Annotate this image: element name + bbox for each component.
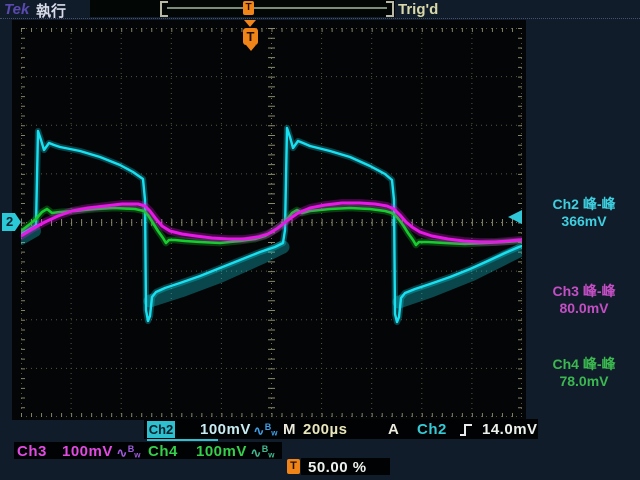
record-trigger-marker-icon[interactable]: T xyxy=(243,1,254,15)
trigger-source-readout: Ch2 xyxy=(417,421,447,438)
timebase-label: M xyxy=(283,421,296,438)
measurement-value: 78.0mV xyxy=(532,373,636,390)
measurement-label: Ch2 峰-峰 xyxy=(532,196,636,213)
top-status-bar: Tek 執行 T Trig'd xyxy=(0,0,640,18)
measurement-ch3-pkpk: Ch3 峰-峰 80.0mV xyxy=(532,283,636,317)
ch2-coupling-bandwidth-icon: ∿Bw xyxy=(253,422,277,440)
ch3-channel-label[interactable]: Ch3 xyxy=(17,443,47,460)
ch3-coupling-bandwidth-icon: ∿Bw xyxy=(116,444,140,462)
ch2-selected-underline xyxy=(147,439,218,441)
measurement-value: 366mV xyxy=(532,213,636,230)
oscilloscope-screen: { "topbar": { "logo": "Tek", "acq_status… xyxy=(0,0,640,480)
topbar-separator xyxy=(0,18,640,19)
horizontal-position-readout: 50.00 % xyxy=(308,459,367,476)
ch2-ramp-fuzz-mid xyxy=(150,247,283,301)
tek-logo: Tek xyxy=(4,1,29,18)
trigger-position-arrow-icon[interactable] xyxy=(244,20,256,27)
measurement-label: Ch3 峰-峰 xyxy=(532,283,636,300)
ch2-scale-readout: 100mV xyxy=(200,421,251,438)
timebase-readout: 200µs xyxy=(303,421,348,438)
ch4-coupling-bandwidth-icon: ∿Bw xyxy=(250,444,274,462)
trigger-level-readout: 14.0mV xyxy=(482,421,538,438)
rising-edge-icon xyxy=(459,423,473,437)
record-view-right-bracket xyxy=(386,1,394,17)
ch4-channel-label[interactable]: Ch4 xyxy=(148,443,178,460)
trigger-position-marker-icon[interactable]: T xyxy=(243,28,258,45)
record-view[interactable]: T xyxy=(90,0,395,17)
measurement-ch2-pkpk: Ch2 峰-峰 366mV xyxy=(532,196,636,230)
measurement-value: 80.0mV xyxy=(532,300,636,317)
trigger-status: Trig'd xyxy=(398,1,438,18)
trigger-position-pointer-icon xyxy=(246,45,256,51)
record-view-left-bracket xyxy=(160,1,168,17)
record-view-line xyxy=(167,7,387,9)
graticule-and-traces xyxy=(21,28,522,417)
horizontal-trigger-icon: T xyxy=(287,459,300,474)
measurement-ch4-pkpk: Ch4 峰-峰 78.0mV xyxy=(532,356,636,390)
ch3-scale-readout: 100mV xyxy=(62,443,113,460)
ch2-trace xyxy=(21,128,522,322)
measurement-label: Ch4 峰-峰 xyxy=(532,356,636,373)
trigger-mode-readout: A xyxy=(388,421,399,438)
ch2-channel-badge[interactable]: Ch2 xyxy=(147,421,175,438)
ch4-scale-readout: 100mV xyxy=(196,443,247,460)
